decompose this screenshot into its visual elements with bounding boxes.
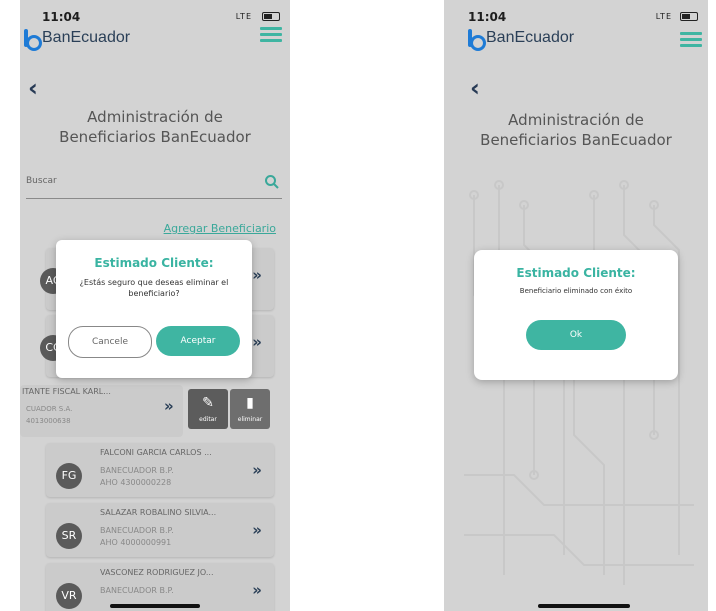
logo-b-icon [24, 29, 42, 51]
dialog-title: Estimado Cliente: [516, 266, 636, 280]
beneficiary-name: FALCONI GARCIA CARLOS ... [100, 448, 212, 457]
trash-icon: ▮ [246, 395, 254, 411]
beneficiary-card[interactable]: SR SALAZAR ROBALINO SILVIA... BANECUADOR… [46, 503, 274, 557]
edit-button[interactable]: ✎ editar [188, 389, 228, 429]
page-title: Administración de Beneficiarios BanEcuad… [59, 108, 251, 146]
hamburger-menu-icon[interactable] [680, 32, 702, 48]
signal-indicator: LTE [235, 12, 252, 21]
status-time: 11:04 [468, 10, 507, 24]
ok-button[interactable]: Ok [526, 320, 626, 350]
logo-b-icon [468, 29, 486, 51]
hamburger-menu-icon[interactable] [260, 27, 282, 43]
avatar: SR [56, 523, 82, 549]
cancel-button[interactable]: Cancele [68, 326, 152, 358]
pencil-icon: ✎ [202, 395, 214, 411]
phone-screen-confirm-delete: 11:04 LTE BanEcuador ‹ Administración de… [20, 0, 290, 611]
chevron-right-icon[interactable]: » [252, 461, 262, 479]
home-indicator [538, 604, 630, 608]
beneficiary-institution: BANECUADOR B.P. [100, 586, 174, 595]
chevron-right-icon[interactable]: » [252, 333, 262, 351]
signal-indicator: LTE [655, 12, 672, 21]
home-indicator [110, 604, 200, 608]
search-label: Buscar [26, 176, 57, 186]
chevron-right-icon[interactable]: » [252, 266, 262, 284]
dialog-message: ¿Estás seguro que deseas eliminar el ben… [79, 278, 229, 298]
delete-label: eliminar [237, 416, 263, 423]
beneficiary-name: SALAZAR ROBALINO SILVIA... [100, 508, 217, 517]
beneficiary-name: VASCONEZ RODRIGUEZ JO... [100, 568, 214, 577]
accept-button[interactable]: Aceptar [156, 326, 240, 356]
status-time: 11:04 [42, 10, 81, 24]
beneficiary-institution: BANECUADOR B.P. [100, 526, 174, 535]
brand-name: BanEcuador [486, 29, 575, 46]
brand-logo: BanEcuador [24, 27, 131, 51]
delete-button[interactable]: ▮ eliminar [230, 389, 270, 429]
phone-screen-delete-success: 11:04 LTE BanEcuador ‹ Administración de… [444, 0, 708, 611]
beneficiary-name: ITANTE FISCAL KARL... [22, 387, 111, 396]
beneficiary-account: AHO 4300000228 [100, 478, 172, 487]
status-bar: 11:04 LTE [444, 9, 708, 24]
battery-icon [680, 12, 698, 21]
beneficiary-card[interactable]: ITANTE FISCAL KARL... CUADOR S.A. 401300… [20, 385, 183, 437]
beneficiary-account: 4013000638 [26, 417, 71, 425]
circuit-pattern-icon [464, 180, 694, 585]
chevron-right-icon[interactable]: » [164, 397, 174, 415]
dialog-title: Estimado Cliente: [94, 256, 214, 270]
beneficiary-account: AHO 4000000991 [100, 538, 172, 547]
edit-label: editar [199, 416, 217, 423]
brand-name: BanEcuador [42, 29, 131, 46]
page-title: Administración de Beneficiarios BanEcuad… [480, 111, 672, 149]
swiped-beneficiary-row[interactable]: ITANTE FISCAL KARL... CUADOR S.A. 401300… [20, 385, 290, 437]
back-chevron-icon[interactable]: ‹ [470, 76, 480, 100]
confirm-delete-dialog: Estimado Cliente: ¿Estás seguro que dese… [56, 240, 252, 378]
chevron-right-icon[interactable]: » [252, 581, 262, 599]
beneficiary-institution: BANECUADOR B.P. [100, 466, 174, 475]
dialog-message: Beneficiario eliminado con éxito [519, 287, 633, 295]
search-icon[interactable] [264, 174, 280, 190]
chevron-right-icon[interactable]: » [252, 521, 262, 539]
brand-logo: BanEcuador [468, 27, 575, 51]
add-beneficiary-link[interactable]: Agregar Beneficiario [164, 222, 276, 235]
battery-icon [262, 12, 280, 21]
search-field[interactable]: Buscar [26, 172, 282, 199]
avatar: FG [56, 463, 82, 489]
beneficiary-institution: CUADOR S.A. [26, 405, 73, 413]
success-dialog: Estimado Cliente: Beneficiario eliminado… [474, 250, 678, 380]
status-bar: 11:04 LTE [20, 9, 290, 24]
avatar: VR [56, 583, 82, 609]
back-chevron-icon[interactable]: ‹ [28, 76, 38, 100]
beneficiary-card[interactable]: FG FALCONI GARCIA CARLOS ... BANECUADOR … [46, 443, 274, 497]
